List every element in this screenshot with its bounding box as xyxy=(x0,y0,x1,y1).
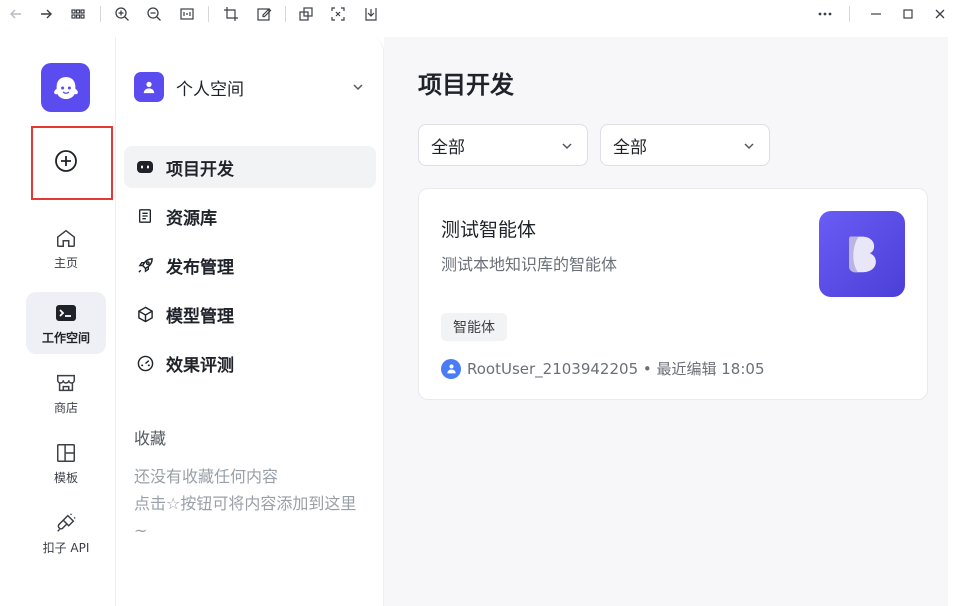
space-switcher[interactable]: 个人空间 xyxy=(134,71,366,103)
space-avatar xyxy=(134,72,164,102)
space-label: 个人空间 xyxy=(176,79,244,100)
home-icon xyxy=(54,226,78,250)
forward-arrow-icon[interactable] xyxy=(36,4,56,24)
sidebar-item-library[interactable]: 资源库 xyxy=(124,195,376,237)
sidebar-item-evaluation[interactable]: 效果评测 xyxy=(124,342,376,384)
zoom-in-icon[interactable] xyxy=(112,4,132,24)
rail-item-workspace[interactable]: 工作空间 xyxy=(26,292,106,354)
favorites-title: 收藏 xyxy=(134,429,167,448)
user-icon xyxy=(143,81,155,94)
close-icon[interactable] xyxy=(930,4,950,24)
chevron-down-icon xyxy=(559,138,575,154)
rail-item-home[interactable]: 主页 xyxy=(26,217,106,279)
bot-avatar-icon xyxy=(849,236,876,273)
favorites-empty-text: 还没有收藏任何内容 点击☆按钮可将内容添加到这里~ xyxy=(134,467,357,540)
main-content: 项目开发 全部 全部 测试智能体 测试本地知识库的智能体 智能体 RootUse… xyxy=(384,37,948,606)
secondary-sidebar: 个人空间 项目开发 资源库 发布管理 模型管理 效果评测 收藏 还没有收藏任何内… xyxy=(116,37,384,606)
copy-image-icon[interactable] xyxy=(296,4,316,24)
rail-item-template[interactable]: 模板 xyxy=(26,432,106,494)
card-description: 测试本地知识库的智能体 xyxy=(441,255,618,274)
rail-item-label: 模板 xyxy=(53,470,78,485)
rail-item-label: 商店 xyxy=(53,400,78,415)
plus-circle-icon xyxy=(55,150,77,172)
template-icon xyxy=(54,441,78,465)
app-window: 主页 工作空间 商店 模板 扣子 API 个人空间 项目开发 资源库 发布管理 … xyxy=(18,37,948,606)
cube-icon xyxy=(136,305,154,323)
rail-item-label: 工作空间 xyxy=(41,330,90,345)
sidebar-item-project-dev[interactable]: 项目开发 xyxy=(124,146,376,188)
card-title: 测试智能体 xyxy=(441,219,537,241)
select-value: 全部 xyxy=(431,137,465,158)
sidebar-panel: 个人空间 项目开发 资源库 发布管理 模型管理 效果评测 收藏 还没有收藏任何内… xyxy=(116,37,384,606)
more-icon[interactable] xyxy=(815,4,835,24)
sidebar-item-label: 资源库 xyxy=(166,208,217,229)
library-icon xyxy=(136,207,154,225)
chevron-down-icon xyxy=(741,138,757,154)
gauge-icon xyxy=(136,354,154,372)
rail-item-label: 主页 xyxy=(53,255,78,270)
sidebar-item-models[interactable]: 模型管理 xyxy=(124,293,376,335)
select-value: 全部 xyxy=(613,137,647,158)
fit-page-icon[interactable] xyxy=(177,4,197,24)
sidebar-item-label: 项目开发 xyxy=(166,159,234,180)
edit-icon[interactable] xyxy=(254,4,274,24)
chevron-down-icon xyxy=(350,79,366,95)
sidebar-item-label: 效果评测 xyxy=(166,355,234,376)
store-icon xyxy=(54,371,78,395)
left-rail: 主页 工作空间 商店 模板 扣子 API xyxy=(18,37,116,606)
rail-item-label: 扣子 API xyxy=(42,540,90,555)
filter-select-owner[interactable]: 全部 xyxy=(600,124,770,166)
bot-icon xyxy=(136,158,154,176)
top-toolbar xyxy=(0,0,955,28)
card-meta: RootUser_2103942205 • 最近编辑 18:05 xyxy=(441,358,765,379)
plugin-icon xyxy=(54,511,78,535)
ghost-logo-icon xyxy=(53,76,78,99)
maximize-icon[interactable] xyxy=(898,4,918,24)
owner-avatar-icon xyxy=(441,358,461,379)
project-card[interactable]: 测试智能体 测试本地知识库的智能体 智能体 RootUser_210394220… xyxy=(418,188,928,400)
crop-icon[interactable] xyxy=(221,4,241,24)
zoom-out-icon[interactable] xyxy=(144,4,164,24)
page-title: 项目开发 xyxy=(418,71,514,99)
sidebar-item-label: 发布管理 xyxy=(166,257,234,278)
terminal-icon xyxy=(54,301,78,325)
rocket-icon xyxy=(136,256,154,274)
minimize-icon[interactable] xyxy=(866,4,886,24)
download-icon[interactable] xyxy=(361,4,381,24)
grid-icon[interactable] xyxy=(68,4,88,24)
screenshot-icon[interactable] xyxy=(328,4,348,24)
bot-avatar xyxy=(819,211,905,297)
rail-item-store[interactable]: 商店 xyxy=(26,362,106,424)
app-logo[interactable] xyxy=(41,63,90,112)
sidebar-item-publish[interactable]: 发布管理 xyxy=(124,244,376,286)
filter-select-type[interactable]: 全部 xyxy=(418,124,588,166)
rail-item-api[interactable]: 扣子 API xyxy=(26,502,106,564)
back-arrow-icon[interactable] xyxy=(6,4,26,24)
sidebar-item-label: 模型管理 xyxy=(166,306,234,327)
card-tag: 智能体 xyxy=(441,313,507,341)
create-button[interactable] xyxy=(54,149,78,173)
card-meta-text: RootUser_2103942205 • 最近编辑 18:05 xyxy=(467,360,765,378)
